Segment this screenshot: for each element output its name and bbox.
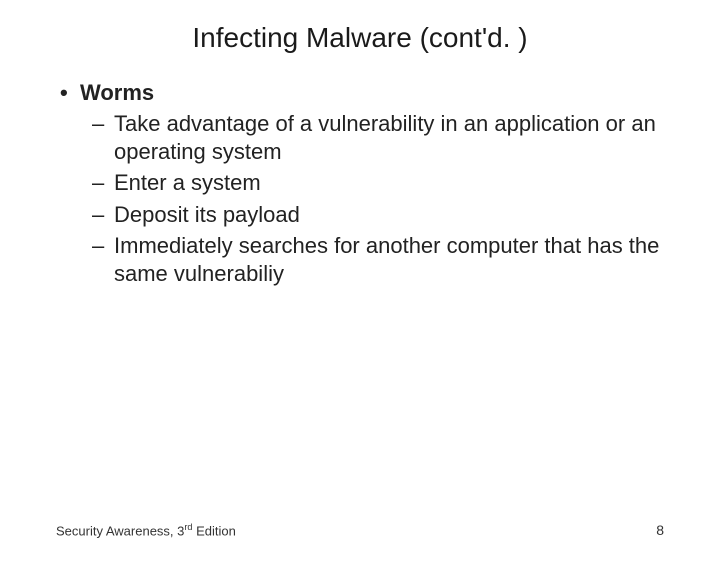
page-number: 8 bbox=[656, 522, 664, 538]
sub-bullet-item: Take advantage of a vulnerability in an … bbox=[84, 110, 664, 165]
content-area: Worms Take advantage of a vulnerability … bbox=[0, 80, 720, 287]
sub-bullet-item: Deposit its payload bbox=[84, 201, 664, 229]
slide: Infecting Malware (cont'd. ) Worms Take … bbox=[0, 22, 720, 562]
bullet-item-worms: Worms Take advantage of a vulnerability … bbox=[56, 80, 664, 287]
footer-text-after: Edition bbox=[192, 523, 235, 538]
bullet-text: Worms bbox=[80, 80, 154, 105]
slide-footer: Security Awareness, 3rd Edition 8 bbox=[56, 522, 664, 538]
sub-bullet-item: Enter a system bbox=[84, 169, 664, 197]
slide-title: Infecting Malware (cont'd. ) bbox=[0, 22, 720, 54]
footer-text-before: Security Awareness, 3 bbox=[56, 523, 184, 538]
bullet-list-level2: Take advantage of a vulnerability in an … bbox=[84, 110, 664, 287]
footer-source: Security Awareness, 3rd Edition bbox=[56, 522, 236, 538]
sub-bullet-item: Immediately searches for another compute… bbox=[84, 232, 664, 287]
bullet-list-level1: Worms Take advantage of a vulnerability … bbox=[56, 80, 664, 287]
